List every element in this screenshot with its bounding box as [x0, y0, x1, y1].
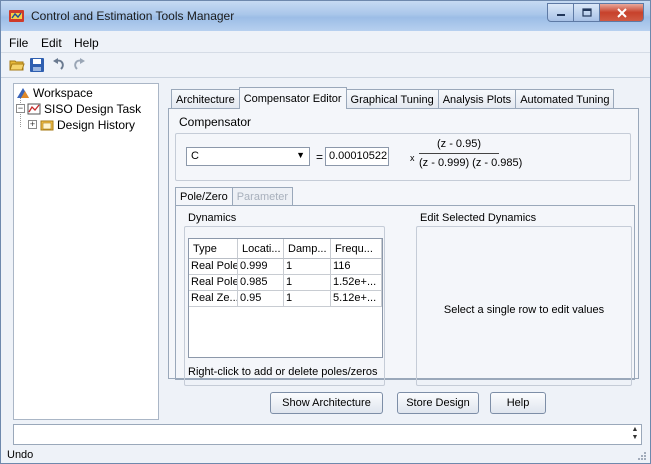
column-header[interactable]: Damp... [284, 239, 331, 259]
maximize-icon [581, 8, 592, 17]
window-controls [547, 3, 644, 22]
gain-input[interactable]: 0.00010522 [325, 147, 389, 166]
minimize-button[interactable] [547, 3, 574, 22]
toolbar [1, 53, 650, 78]
window-title: Control and Estimation Tools Manager [31, 9, 235, 23]
title-bar[interactable]: Control and Estimation Tools Manager [1, 1, 650, 31]
status-text: Undo [7, 449, 34, 461]
table-row[interactable]: Real Pole 0.985 1 1.52e+... [189, 275, 382, 291]
table-cell[interactable]: 116 [331, 259, 382, 275]
menu-help[interactable]: Help [74, 36, 99, 50]
table-cell[interactable]: Real Pole [189, 259, 238, 275]
edit-dynamics-message: Select a single row to edit values [443, 304, 605, 316]
menu-file[interactable]: File [9, 36, 28, 50]
redo-icon[interactable] [71, 57, 87, 73]
edit-dynamics-title: Edit Selected Dynamics [420, 212, 537, 224]
right-pane: Architecture Compensator Editor Graphica… [165, 83, 640, 420]
collapse-toggle-icon[interactable]: − [16, 104, 25, 113]
help-button[interactable]: Help [490, 392, 546, 414]
show-architecture-button[interactable]: Show Architecture [270, 392, 383, 414]
pole-zero-panel: Dynamics Type Locati... Damp... Frequ...… [175, 205, 635, 386]
expand-toggle-icon[interactable]: + [28, 120, 37, 129]
transfer-function: (z - 0.95) (z - 0.999) (z - 0.985) [419, 138, 523, 169]
table-cell[interactable]: Real Pole [189, 275, 238, 291]
maximize-button[interactable] [574, 3, 600, 22]
app-window: Control and Estimation Tools Manager Fil… [0, 0, 651, 464]
workspace-tree[interactable]: Workspace − SISO Design Task + Design Hi… [13, 83, 159, 420]
workspace-icon [17, 88, 29, 98]
close-icon [616, 7, 627, 18]
tf-denominator: (z - 0.999) (z - 0.985) [419, 157, 523, 169]
compensator-section-title: Compensator [179, 115, 252, 129]
tab-pole-zero[interactable]: Pole/Zero [175, 187, 233, 205]
tree-item-siso-design-task[interactable]: SISO Design Task [27, 101, 144, 117]
tree-label-design-history: Design History [57, 118, 136, 132]
table-row[interactable]: Real Pole 0.999 1 116 [189, 259, 382, 275]
tab-compensator-editor[interactable]: Compensator Editor [238, 87, 347, 109]
column-header[interactable]: Frequ... [331, 239, 382, 259]
dropdown-arrow-icon: ▼ [296, 150, 305, 160]
table-cell[interactable]: Real Ze... [189, 291, 238, 307]
app-icon [9, 10, 24, 22]
table-cell[interactable]: 0.95 [238, 291, 284, 307]
menu-bar: File Edit Help [1, 31, 650, 53]
spinner-icon[interactable]: ▲ ▼ [630, 426, 640, 443]
command-field[interactable]: ▲ ▼ [13, 424, 642, 445]
tree-label-siso-design-task: SISO Design Task [44, 102, 142, 116]
tree-label-workspace: Workspace [33, 86, 93, 100]
store-design-button[interactable]: Store Design [397, 392, 479, 414]
resize-grip-icon[interactable] [637, 451, 647, 461]
tab-graphical-tuning[interactable]: Graphical Tuning [345, 89, 439, 109]
siso-task-icon [27, 103, 41, 115]
tf-numerator: (z - 0.95) [419, 138, 499, 154]
tab-architecture[interactable]: Architecture [171, 89, 240, 109]
times-sign: x [410, 153, 415, 163]
open-folder-icon[interactable] [9, 57, 25, 73]
table-cell[interactable]: 1 [284, 259, 331, 275]
table-header: Type Locati... Damp... Frequ... [189, 239, 382, 259]
table-cell[interactable]: 5.12e+... [331, 291, 382, 307]
column-header[interactable]: Locati... [238, 239, 284, 259]
equals-sign: = [316, 150, 324, 164]
close-button[interactable] [600, 3, 644, 22]
dynamics-title: Dynamics [188, 212, 237, 224]
main-tabs: Architecture Compensator Editor Graphica… [171, 87, 615, 109]
save-icon[interactable] [29, 57, 45, 73]
table-cell[interactable]: 0.985 [238, 275, 284, 291]
table-cell[interactable]: 1 [284, 275, 331, 291]
tree-item-workspace[interactable]: Workspace [16, 85, 96, 101]
tab-parameter: Parameter [231, 187, 294, 205]
minimize-icon [556, 13, 565, 16]
table-cell[interactable]: 0.999 [238, 259, 284, 275]
compensator-select-value: C [191, 150, 199, 162]
tab-analysis-plots[interactable]: Analysis Plots [437, 89, 517, 109]
compensator-editor-panel: Compensator C ▼ = 0.00010522 x (z - 0.95… [168, 108, 639, 386]
dynamics-hint: Right-click to add or delete poles/zeros [188, 366, 378, 378]
table-cell[interactable]: 1.52e+... [331, 275, 382, 291]
dynamics-table[interactable]: Type Locati... Damp... Frequ... Real Pol… [188, 238, 383, 358]
tab-automated-tuning[interactable]: Automated Tuning [515, 89, 615, 109]
menu-edit[interactable]: Edit [41, 36, 62, 50]
undo-icon[interactable] [51, 57, 67, 73]
table-row[interactable]: Real Ze... 0.95 1 5.12e+... [189, 291, 382, 307]
folder-history-icon [40, 120, 54, 131]
action-buttons: Show Architecture Store Design Help [165, 392, 640, 416]
tree-item-design-history[interactable]: Design History [40, 117, 138, 133]
sub-tabs: Pole/Zero Parameter [175, 187, 294, 205]
table-cell[interactable]: 1 [284, 291, 331, 307]
column-header[interactable]: Type [189, 239, 238, 259]
compensator-box: C ▼ = 0.00010522 x (z - 0.95) (z - 0.999… [175, 133, 631, 181]
compensator-select[interactable]: C ▼ [186, 147, 310, 166]
